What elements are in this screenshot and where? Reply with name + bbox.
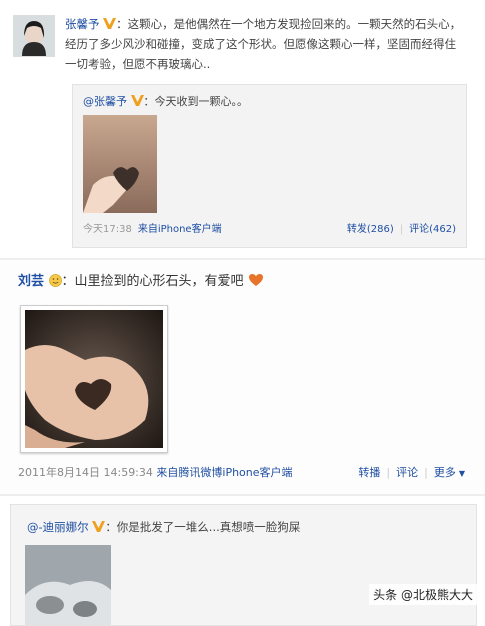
post-meta: 2011年8月14日 14:59:34 来自腾讯微博iPhone客户端 [18,464,293,480]
avatar[interactable] [13,15,55,57]
post-text: 张馨予 ：这颗心，是他偶然在一个地方发现捡回来的。一颗天然的石头心，经历了多少风… [65,14,465,74]
weibo-post-3: @-迪丽娜尔 ：你是批发了一堆么...真想喷一脸狗屎 头条 @北极熊大大 [0,494,485,626]
post-time[interactable]: 2011年8月14日 14:59:34 [18,466,153,479]
post-meta: 今天17:38 来自iPhone客户端 [83,220,222,235]
post-source[interactable]: 来自iPhone客户端 [138,224,222,235]
repost-button[interactable]: 转发(286) [347,224,394,235]
username-link[interactable]: @-迪丽娜尔 [27,520,89,534]
post-content: ：你是批发了一堆么...真想喷一脸狗屎 [105,520,301,534]
post-content: ：这颗心，是他偶然在一个地方发现捡回来的。一颗天然的石头心，经历了多少风沙和碰撞… [65,17,462,71]
post-content: ：山里捡到的心形石头，有爱吧 [61,274,244,289]
post-actions: 转播 | 评论 | 更多 ▼ [358,464,465,480]
post-image-thumbnail[interactable] [83,115,157,213]
post-source[interactable]: 来自腾讯微博iPhone客户端 [156,466,292,479]
watermark: 头条 @北极熊大大 [369,584,477,605]
post-photo[interactable] [20,305,168,453]
rebroadcast-button[interactable]: 转播 [358,466,380,479]
reposted-weibo: @张馨予 ：今天收到一颗心。。 今天17:38 来自iPhone客户端 转发(28… [72,84,467,248]
post-time[interactable]: 今天17:38 [83,224,132,235]
post-image-thumbnail[interactable] [25,545,111,625]
smiley-icon [48,274,62,289]
comment-button[interactable]: 评论 [396,466,418,479]
repost-text: @张馨予 ：今天收到一颗心。。 [83,93,248,109]
post-card: @-迪丽娜尔 ：你是批发了一堆么...真想喷一脸狗屎 [10,504,477,626]
post-text: @-迪丽娜尔 ：你是批发了一堆么...真想喷一脸狗屎 [27,519,300,535]
username-link[interactable]: 张馨予 [65,17,100,31]
vip-badge-icon [92,521,106,532]
username-link[interactable]: 刘芸 [18,274,44,289]
repost-username-link[interactable]: @张馨予 [83,95,127,108]
vip-badge-icon [103,15,117,29]
weibo-post-2: 刘芸 ：山里捡到的心形石头，有爱吧 2011年8月14日 14:59:34 来自… [0,258,485,494]
comment-button[interactable]: 评论(462) [409,224,456,235]
chevron-down-icon[interactable]: ▼ [459,469,465,478]
heart-icon [248,274,264,289]
divider: | [399,224,404,235]
weibo-post-1: 张馨予 ：这颗心，是他偶然在一个地方发现捡回来的。一颗天然的石头心，经历了多少风… [0,0,485,258]
divider: | [386,466,391,479]
repost-content: ：今天收到一颗心。。 [143,95,249,108]
post-actions: 转发(286) | 评论(462) [347,220,456,235]
post-header: 刘芸 ：山里捡到的心形石头，有爱吧 [18,270,264,289]
divider: | [424,466,428,479]
more-button[interactable]: 更多 [434,466,456,479]
vip-badge-icon [130,95,144,106]
